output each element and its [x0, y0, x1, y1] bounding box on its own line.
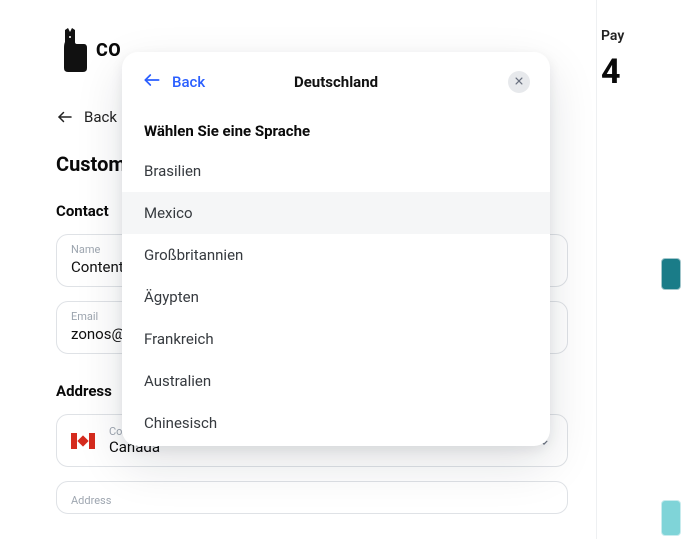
- language-option-list: BrasilienMexicoGroßbritannienÄgyptenFran…: [122, 150, 550, 444]
- arrow-left-icon: [56, 108, 74, 126]
- pay-label: Pay: [597, 28, 624, 44]
- close-icon: [514, 75, 524, 89]
- modal-title: Deutschland: [294, 73, 378, 91]
- address-field-label: Address: [71, 494, 111, 507]
- language-option[interactable]: Mexico: [122, 192, 550, 234]
- modal-close-button[interactable]: [508, 71, 530, 93]
- address-field[interactable]: Address: [56, 481, 568, 514]
- modal-back-label: Back: [172, 73, 205, 91]
- product-thumbnail-1[interactable]: [661, 258, 681, 290]
- language-modal: Back Deutschland Wählen Sie eine Sprache…: [122, 52, 550, 446]
- page-back-label: Back: [84, 108, 117, 126]
- modal-subtitle: Wählen Sie eine Sprache: [122, 110, 550, 150]
- language-option[interactable]: Frankreich: [122, 318, 550, 360]
- summary-column: Pay 4: [596, 0, 681, 539]
- pay-amount: 4: [597, 52, 621, 92]
- canada-flag-icon: [71, 433, 95, 449]
- language-option[interactable]: Brasilien: [122, 150, 550, 192]
- arrow-left-icon: [142, 70, 162, 94]
- product-thumbnail-2[interactable]: [661, 500, 681, 536]
- llama-icon: [56, 28, 90, 72]
- language-option[interactable]: Chinesisch: [122, 402, 550, 444]
- language-option[interactable]: Großbritannien: [122, 234, 550, 276]
- language-option[interactable]: Ägypten: [122, 276, 550, 318]
- modal-back-button[interactable]: Back: [142, 70, 205, 94]
- brand-name: CO: [96, 40, 121, 61]
- language-option[interactable]: Australien: [122, 360, 550, 402]
